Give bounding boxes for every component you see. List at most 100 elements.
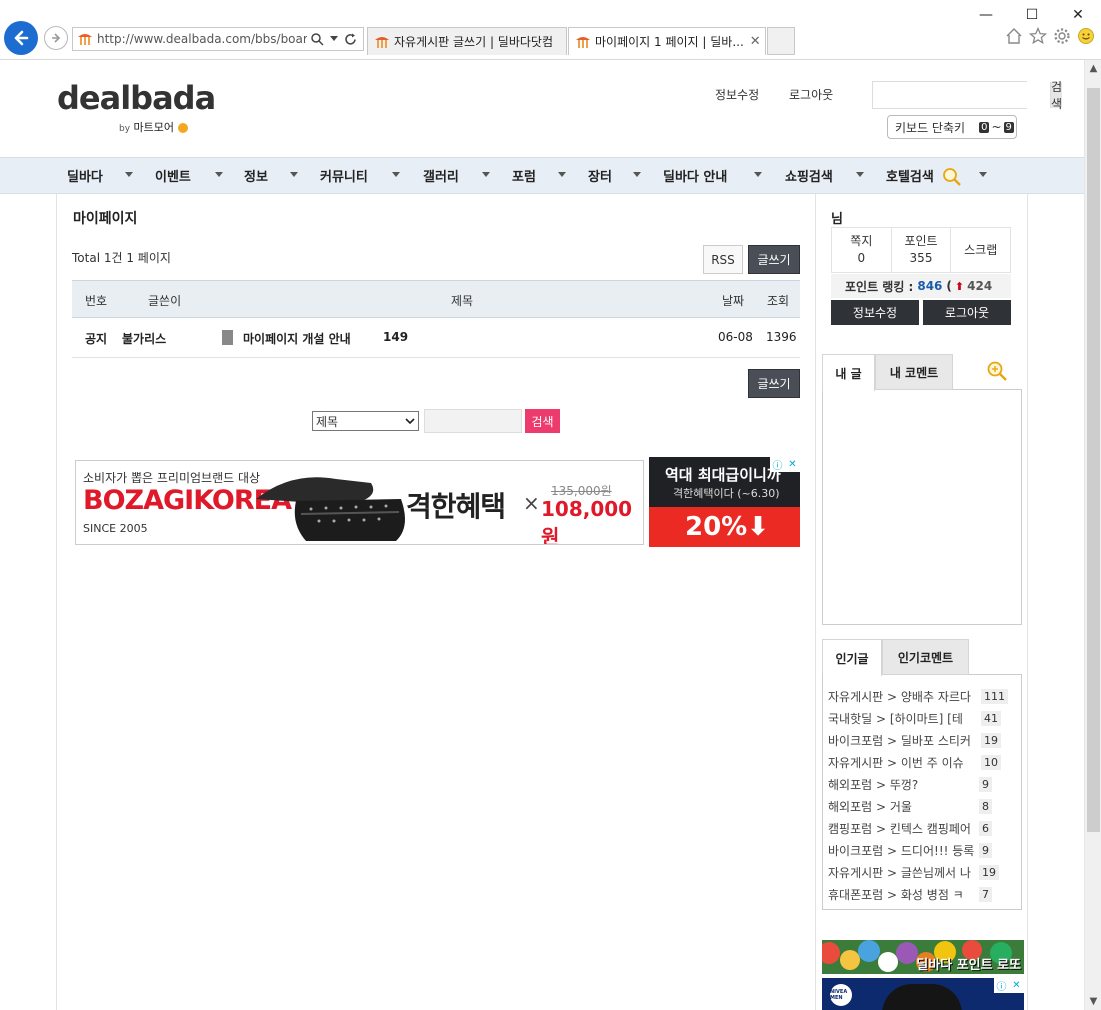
col-author: 글쓴이 [148,294,182,308]
nav-item-dealbada[interactable]: 딜바다 [67,166,103,185]
rss-button[interactable]: RSS [703,245,743,274]
close-tab-icon[interactable]: ✕ [750,34,761,49]
vertical-scrollbar[interactable]: ▲ ▼ [1084,60,1101,1010]
site-logo[interactable]: dealbada by 마트모어 [57,82,216,134]
list-item[interactable]: 국내핫딜 > [하이마트] [테 [828,710,974,727]
nivea-ad[interactable]: NIVEA MEN ⓘ ✕ [822,978,1024,1010]
list-item[interactable]: 자유게시판 > 글쓴님께서 나 [828,864,974,881]
chevron-down-icon[interactable] [290,172,298,177]
nav-item-event[interactable]: 이벤트 [155,166,191,185]
forward-button[interactable] [44,26,68,50]
home-icon[interactable] [1005,27,1023,45]
tab-free-board[interactable]: 자유게시판 글쓰기 | 딜바다닷컴 [367,27,567,55]
address-bar[interactable]: http://www.dealbada.com/bbs/board.p [72,27,364,51]
stat-points[interactable]: 포인트 355 [890,228,951,272]
ad-info-icon[interactable]: ⓘ [994,978,1009,993]
tab-popular-posts[interactable]: 인기글 [822,639,882,676]
list-item[interactable]: 바이크포럼 > 딜바포 스티커 [828,732,974,749]
search-field-value: 제목 [316,414,339,429]
board-search-button[interactable]: 검색 [525,409,560,433]
chevron-down-icon[interactable] [215,172,223,177]
stat-label: 스크랩 [964,242,998,257]
keyboard-shortcut-button[interactable]: 키보드 단축키 0 ~ 9 [887,115,1017,139]
ad-close-icon[interactable]: ✕ [785,457,800,472]
star-icon[interactable] [1029,27,1047,45]
chevron-down-icon[interactable] [754,172,762,177]
sidebar-edit-info-button[interactable]: 정보수정 [831,300,919,325]
ad-info-icon[interactable]: ⓘ [770,457,785,472]
stat-scrap[interactable]: 스크랩 [950,228,1010,272]
scroll-thumb[interactable] [1087,88,1100,832]
chevron-down-icon[interactable] [633,172,641,177]
nav-item-community[interactable]: 커뮤니티 [320,166,368,185]
browser-tools [1005,27,1095,45]
search-icon[interactable] [311,32,324,46]
list-item[interactable]: 휴대폰포럼 > 화성 병점 ㅋ [828,886,974,903]
row-subject[interactable]: 마이페이지 개설 안내 [243,330,351,347]
nav-item-gallery[interactable]: 갤러리 [423,166,459,185]
chevron-down-icon[interactable] [330,36,338,42]
ad-side-bottom: 20%⬇ [649,507,800,547]
chevron-down-icon[interactable] [979,172,987,177]
tab-my-comments[interactable]: 내 코멘트 [875,354,953,390]
site-search-button[interactable]: 검색 [1050,80,1063,111]
list-item[interactable]: 해외포럼 > 뚜껑? [828,776,974,793]
chevron-down-icon[interactable] [856,172,864,177]
tab-title: 자유게시판 글쓰기 | 딜바다닷컴 [394,35,554,49]
chevron-down-icon[interactable] [482,172,490,177]
list-item[interactable]: 캠핑포럼 > 킨텍스 캠핑페어 [828,820,974,837]
gear-icon[interactable] [1053,27,1071,45]
logo-text[interactable]: dealbada [57,82,216,114]
ad-banner[interactable]: 소비자가 뽑은 프리미엄브랜드 대상 BOZAGIKOREA SINCE 200… [75,460,644,545]
nav-item-info[interactable]: 정보 [244,166,268,185]
nav-item-forum[interactable]: 포럼 [512,166,536,185]
site-search-input[interactable] [873,82,1050,108]
search-field-select[interactable]: 제목 [312,411,419,431]
page-title: 마이페이지 [73,211,138,227]
chevron-down-icon[interactable] [392,172,400,177]
list-item-count: 6 [979,821,992,836]
stat-messages[interactable]: 쪽지 0 [832,228,891,272]
logo-sub-brand: 마트모어 [133,121,175,134]
write-button-bottom[interactable]: 글쓰기 [748,369,800,398]
zoom-icon[interactable] [986,360,1008,382]
scroll-down-icon[interactable]: ▼ [1085,993,1101,1010]
list-item[interactable]: 자유게시판 > 이번 주 이슈 [828,754,974,771]
write-button[interactable]: 글쓰기 [748,245,800,274]
sidebar-logout-button[interactable]: 로그아웃 [923,300,1011,325]
smiley-icon[interactable] [1077,27,1095,45]
tab-popular-comments[interactable]: 인기코멘트 [882,639,969,675]
list-item[interactable]: 자유게시판 > 양배추 자르다 [828,688,974,705]
new-tab-button[interactable] [767,27,795,55]
site-favicon-icon [375,36,389,48]
lotto-banner[interactable]: 딜바다 포인트 로또 [822,940,1024,974]
ad-close-icon[interactable]: ✕ [1009,978,1024,993]
minimize-button[interactable]: — [963,0,1009,30]
chevron-down-icon[interactable] [125,172,133,177]
nav-item-hotel-search[interactable]: 호텔검색 [886,166,934,185]
list-item-count: 7 [979,887,992,902]
nav-item-market[interactable]: 장터 [588,166,612,185]
board-table-header: 번호 글쓴이 제목 날짜 조회 [72,280,800,318]
maximize-button[interactable]: ☐ [1009,0,1055,30]
chevron-down-icon[interactable] [558,172,566,177]
row-comment-count[interactable]: 149 [383,330,408,344]
row-author[interactable]: 불가리스 [122,330,166,347]
tab-mypage[interactable]: 마이페이지 1 페이지 | 딜바... ✕ [568,27,766,55]
ad-banner-side[interactable]: 역대 최대급이니까 격한혜택이다 (~6.30) 20%⬇ ⓘ ✕ [649,457,800,547]
close-window-button[interactable]: ✕ [1055,0,1101,30]
tab-my-posts[interactable]: 내 글 [822,354,875,391]
logout-link[interactable]: 로그아웃 [789,86,833,103]
back-button[interactable] [4,21,38,55]
list-item-count: 10 [981,755,1001,770]
address-text[interactable]: http://www.dealbada.com/bbs/board.p [97,32,307,46]
zoom-icon[interactable] [942,167,962,187]
refresh-icon[interactable] [344,33,357,46]
scroll-up-icon[interactable]: ▲ [1085,60,1101,77]
list-item[interactable]: 바이크포럼 > 드디어!!! 등록 [828,842,974,859]
nav-item-guide[interactable]: 딜바다 안내 [663,166,727,185]
board-search-input[interactable] [424,409,522,433]
edit-info-link[interactable]: 정보수정 [715,86,759,103]
list-item[interactable]: 해외포럼 > 거울 [828,798,974,815]
nav-item-shopping-search[interactable]: 쇼핑검색 [785,166,833,185]
